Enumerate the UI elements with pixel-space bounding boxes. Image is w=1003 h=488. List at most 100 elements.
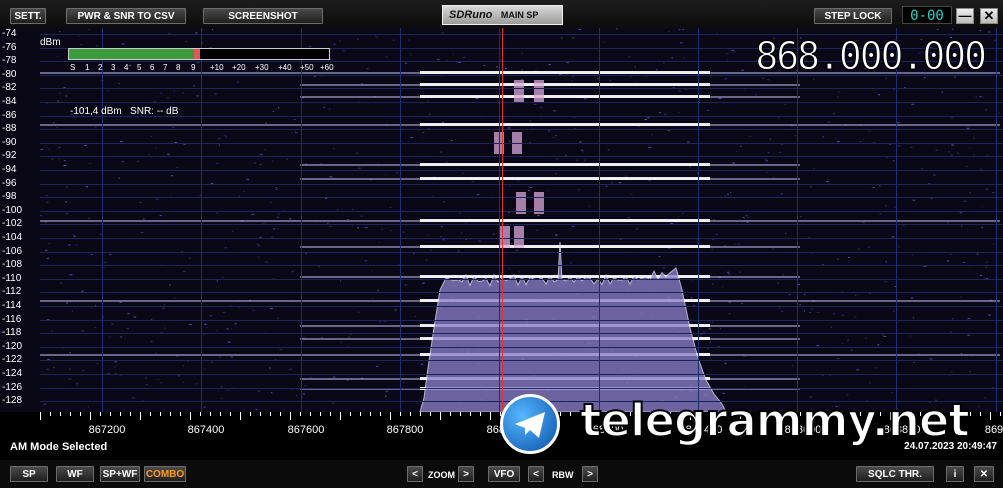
noise-speckle [251, 213, 255, 215]
noise-speckle [43, 403, 46, 405]
watermark-text: telegrammy.net [579, 393, 971, 448]
noise-speckle [983, 397, 987, 399]
noise-speckle [385, 173, 387, 175]
noise-speckle [969, 371, 971, 373]
noise-speckle [122, 160, 124, 162]
noise-speckle [211, 361, 214, 363]
vfo-marker[interactable] [502, 28, 503, 412]
noise-speckle [577, 189, 581, 191]
noise-speckle [765, 160, 768, 162]
noise-speckle [970, 356, 972, 358]
noise-speckle [911, 254, 913, 256]
axis-tick [110, 412, 111, 416]
x-axis-label: 867400 [187, 424, 225, 436]
noise-speckle [827, 121, 831, 123]
noise-speckle [605, 185, 608, 187]
frequency-display[interactable]: 868.000.000 [755, 34, 988, 79]
noise-speckle [889, 143, 892, 145]
noise-speckle [204, 323, 207, 325]
y-axis-label: -94 [2, 164, 17, 175]
noise-speckle [140, 231, 144, 233]
noise-speckle [51, 158, 54, 160]
noise-speckle [204, 368, 206, 370]
pwr-snr-csv-button[interactable]: PWR & SNR TO CSV [66, 8, 186, 24]
noise-speckle [383, 321, 387, 323]
noise-speckle [475, 98, 479, 100]
noise-speckle [712, 238, 715, 240]
y-axis-label: -120 [2, 340, 23, 352]
close-panel-button[interactable]: ✕ [974, 466, 994, 482]
noise-speckle [260, 154, 263, 156]
noise-speckle [88, 163, 91, 165]
noise-speckle [371, 270, 373, 272]
meter-scale-label: 9 [191, 63, 196, 72]
noise-speckle [69, 352, 71, 354]
rbw-down-button[interactable]: < [528, 466, 544, 482]
noise-speckle [769, 138, 771, 140]
noise-speckle [170, 175, 174, 177]
noise-speckle [898, 246, 900, 248]
noise-speckle [966, 165, 968, 167]
noise-speckle [837, 96, 839, 98]
noise-speckle [869, 382, 871, 384]
noise-speckle [627, 216, 631, 218]
wf-button[interactable]: WF [56, 466, 94, 482]
axis-tick [1000, 412, 1001, 416]
vfo-button[interactable]: VFO [488, 466, 520, 482]
meter-scale-label: +30 [255, 63, 269, 72]
noise-speckle [963, 261, 965, 263]
grid-line-v [201, 28, 203, 412]
noise-speckle [441, 226, 443, 228]
zoom-out-button[interactable]: < [407, 466, 423, 482]
noise-speckle [265, 261, 269, 263]
axis-tick [200, 412, 201, 416]
noise-speckle [554, 173, 558, 175]
noise-speckle [68, 244, 71, 246]
noise-speckle [862, 139, 864, 141]
noise-speckle [230, 328, 232, 330]
settings-button[interactable]: SETT. [10, 8, 46, 24]
close-icon[interactable]: ✕ [980, 8, 998, 24]
minimize-icon[interactable]: — [956, 8, 974, 24]
axis-tick [60, 412, 61, 416]
axis-tick [390, 412, 391, 420]
noise-speckle [259, 164, 262, 166]
noise-speckle [668, 30, 670, 32]
noise-speckle [377, 289, 379, 291]
sqlc-threshold-button[interactable]: SQLC THR. [856, 466, 934, 482]
noise-speckle [663, 62, 666, 64]
zoom-in-button[interactable]: > [458, 466, 474, 482]
y-axis-label: -90 [2, 136, 17, 148]
window-title: MAIN SP [500, 10, 539, 20]
noise-speckle [206, 326, 208, 328]
rbw-up-button[interactable]: > [582, 466, 598, 482]
noise-speckle [782, 274, 785, 276]
noise-speckle [719, 328, 722, 330]
sp-wf-button[interactable]: SP+WF [100, 466, 140, 482]
axis-tick [240, 412, 241, 420]
step-lock-button[interactable]: STEP LOCK [814, 8, 892, 24]
noise-speckle [727, 271, 730, 273]
noise-speckle [65, 201, 67, 203]
sp-button[interactable]: SP [10, 466, 48, 482]
axis-tick [40, 412, 41, 420]
noise-speckle [879, 213, 882, 215]
combo-button[interactable]: COMBO [144, 466, 186, 482]
signal-burst [514, 80, 524, 102]
noise-speckle [798, 80, 801, 82]
noise-speckle [743, 216, 745, 218]
noise-speckle [517, 180, 520, 182]
app-logo: SDRuno [449, 9, 493, 21]
noise-speckle [461, 172, 465, 174]
axis-tick [250, 412, 251, 416]
noise-speckle [566, 62, 569, 64]
info-button[interactable]: i [946, 466, 964, 482]
axis-tick [140, 412, 141, 420]
screenshot-button[interactable]: SCREENSHOT [203, 8, 323, 24]
noise-speckle [976, 253, 979, 255]
noise-speckle [784, 103, 786, 105]
noise-speckle [572, 37, 575, 39]
noise-speckle [746, 216, 750, 218]
spectrum-waterfall-display[interactable]: -74 -76 -78 -80 -82 -84 -86 -88 -90 -92 -94 -96 -98-… [0, 28, 1003, 412]
noise-speckle [764, 158, 768, 160]
